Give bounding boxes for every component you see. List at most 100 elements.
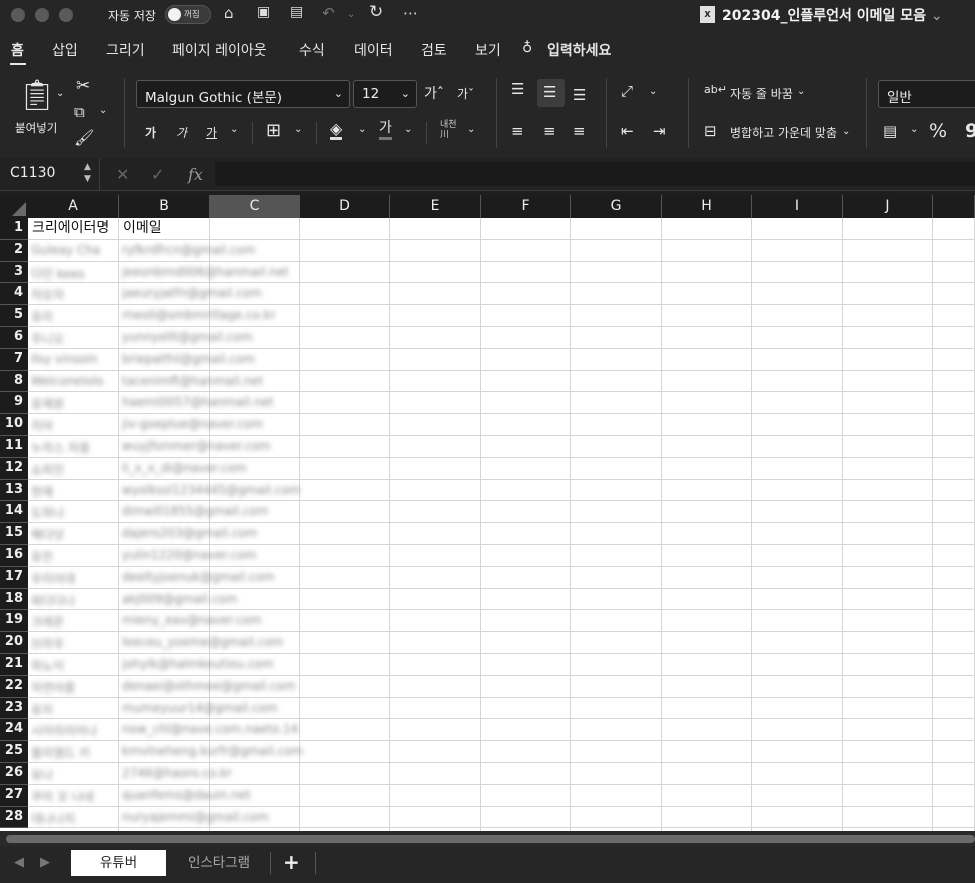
redo-icon[interactable]: ↻ — [369, 2, 383, 22]
email-cell[interactable]: wyolkssl1234445@gmail.com — [122, 483, 332, 497]
copy-icon[interactable]: ⧉ — [74, 103, 85, 121]
row-header[interactable]: 19 — [0, 610, 28, 633]
creator-name-cell[interactable]: 블리엠드 키 — [31, 744, 119, 761]
align-middle-icon[interactable]: ☰ — [543, 83, 556, 101]
creator-name-cell[interactable]: Ilsy vinsoin — [31, 352, 119, 366]
column-header-a[interactable]: A — [28, 195, 119, 218]
email-cell[interactable]: wuyjfsmmer@naver.com — [122, 439, 332, 453]
email-cell[interactable]: kmvlneheng.kurfr@gmail.com — [122, 744, 332, 758]
save-as-icon[interactable]: ▤ — [290, 4, 303, 20]
row-header[interactable]: 27 — [0, 784, 28, 807]
creator-name-cell[interactable]: 유진 — [31, 548, 119, 565]
email-cell[interactable]: 2746@haoro.co.kr — [122, 766, 332, 780]
font-name-dropdown[interactable]: Malgun Gothic (본문) ⌄ — [136, 80, 350, 108]
tab-formulas[interactable]: 수식 — [299, 40, 325, 60]
tell-me-search[interactable]: 입력하세요 — [547, 40, 611, 60]
currency-dropdown-icon[interactable]: ⌄ — [910, 124, 918, 135]
email-cell[interactable]: dajero203@gmail.com — [122, 526, 332, 540]
creator-name-cell[interactable]: 유재원 — [31, 395, 119, 412]
row-header[interactable]: 16 — [0, 545, 28, 567]
prev-sheet-icon[interactable]: ◀ — [14, 855, 24, 870]
confirm-icon[interactable]: ✓ — [151, 165, 164, 184]
percent-button[interactable]: % — [929, 120, 947, 142]
row-header[interactable]: 28 — [0, 806, 28, 829]
undo-dropdown-icon[interactable]: ⌄ — [347, 9, 355, 20]
row-header[interactable]: 4 — [0, 283, 28, 306]
phonetic-dropdown-icon[interactable]: ⌄ — [467, 124, 475, 135]
email-cell[interactable]: li_x_x_di@naver.com — [122, 461, 332, 475]
document-title[interactable]: 202304_인플루언서 이메일 모음 ⌄ — [722, 5, 943, 25]
comma-style-button[interactable]: 9 — [965, 120, 975, 142]
email-cell[interactable]: yunnyellt@gmail.com — [122, 330, 332, 344]
fill-color-dropdown-icon[interactable]: ⌄ — [358, 124, 366, 135]
column-header-i[interactable]: I — [752, 195, 843, 218]
row-header[interactable]: 26 — [0, 763, 28, 785]
cut-icon[interactable]: ✂ — [76, 76, 90, 96]
format-painter-icon[interactable]: 🖌︎ — [74, 128, 94, 147]
underline-button[interactable]: 가 — [206, 124, 217, 141]
cancel-icon[interactable]: ✕ — [116, 165, 129, 184]
creator-name-cell[interactable]: 브라우 — [31, 635, 119, 652]
wrap-text-dropdown-icon[interactable]: ⌄ — [797, 86, 805, 97]
column-header-h[interactable]: H — [662, 195, 752, 218]
merge-center-button[interactable]: 병합하고 가운데 맞춤 — [730, 124, 837, 141]
email-cell[interactable]: mumeyuur14@gmail.com — [122, 701, 332, 715]
align-bottom-icon[interactable]: ☰ — [573, 86, 586, 104]
align-left-icon[interactable]: ≡ — [511, 122, 524, 140]
row-header[interactable]: 2 — [0, 239, 28, 262]
underline-dropdown-icon[interactable]: ⌄ — [230, 124, 238, 135]
merge-center-icon[interactable]: ⊟ — [704, 122, 717, 140]
column-header-e[interactable]: E — [390, 195, 481, 218]
row-header[interactable]: 18 — [0, 588, 28, 611]
column-header-f[interactable]: F — [481, 195, 571, 218]
font-color-icon[interactable]: 가 — [379, 120, 392, 140]
font-color-dropdown-icon[interactable]: ⌄ — [404, 124, 412, 135]
copy-dropdown-icon[interactable]: ⌄ — [99, 105, 107, 116]
email-cell[interactable]: haemi0057@hanmail.net — [122, 395, 332, 409]
home-icon[interactable]: ⌂ — [224, 4, 234, 22]
column-header-j[interactable]: J — [843, 195, 933, 218]
wrap-text-button[interactable]: 자동 줄 바꿈 — [730, 85, 793, 102]
orientation-dropdown-icon[interactable]: ⌄ — [649, 86, 657, 97]
paste-icon[interactable]: 📋︎ — [18, 78, 56, 113]
next-sheet-icon[interactable]: ▶ — [40, 855, 50, 870]
email-cell[interactable]: akj009@gmail.com — [122, 592, 332, 606]
column-header-c[interactable]: C — [210, 195, 300, 218]
paste-dropdown-icon[interactable]: ⌄ — [56, 88, 64, 99]
email-cell[interactable]: jaeuryjatfn@gmail.com — [122, 286, 332, 300]
minimize-window-button[interactable] — [35, 8, 49, 22]
column-header-b[interactable]: B — [119, 195, 210, 218]
row-header[interactable]: 21 — [0, 654, 28, 676]
row-header[interactable]: 1 — [0, 218, 28, 240]
add-sheet-button[interactable]: + — [283, 850, 300, 874]
row-header[interactable]: 20 — [0, 632, 28, 654]
cell-a1[interactable]: 크리에이터명 — [29, 218, 121, 240]
increase-indent-icon[interactable]: ⇥ — [653, 122, 666, 140]
orientation-icon[interactable]: ⤢ — [621, 82, 633, 100]
fill-color-icon[interactable]: ◈ — [330, 120, 343, 140]
email-cell[interactable]: mieny_eav@naver.com — [122, 613, 332, 627]
scrollbar-thumb[interactable] — [6, 835, 975, 843]
email-cell[interactable]: ryfkrdfrcn@gmail.com — [122, 243, 332, 257]
email-cell[interactable]: dimai01855@gmail.com — [122, 504, 332, 518]
currency-icon[interactable]: ▤ — [883, 122, 897, 140]
borders-dropdown-icon[interactable]: ⌄ — [294, 124, 302, 135]
email-cell[interactable]: tacenimft@hanmail.net — [122, 374, 332, 388]
column-header-next[interactable] — [933, 195, 975, 218]
row-header[interactable]: 8 — [0, 370, 28, 393]
save-icon[interactable]: ▣ — [257, 4, 270, 20]
creator-name-cell[interactable]: 자연아름 — [31, 679, 119, 696]
undo-icon[interactable]: ↶ — [322, 4, 335, 22]
bold-button[interactable]: 가 — [145, 124, 156, 141]
creator-name-cell[interactable]: 누자스 자몽 — [31, 439, 119, 456]
select-all-button[interactable] — [0, 195, 28, 218]
formula-input[interactable] — [215, 162, 975, 186]
creator-name-cell[interactable]: 도하나 — [31, 504, 119, 521]
creator-name-cell[interactable]: 하노이 — [31, 657, 119, 674]
paste-label[interactable]: 붙여넣기 — [15, 120, 57, 136]
tab-review[interactable]: 검토 — [421, 40, 447, 60]
shrink-font-button[interactable]: 가ˇ — [457, 85, 474, 102]
email-cell[interactable]: nuryajemmi@gmail.com — [122, 810, 332, 824]
row-header[interactable]: 13 — [0, 479, 28, 502]
creator-name-cell[interactable]: 유나 — [31, 766, 119, 783]
